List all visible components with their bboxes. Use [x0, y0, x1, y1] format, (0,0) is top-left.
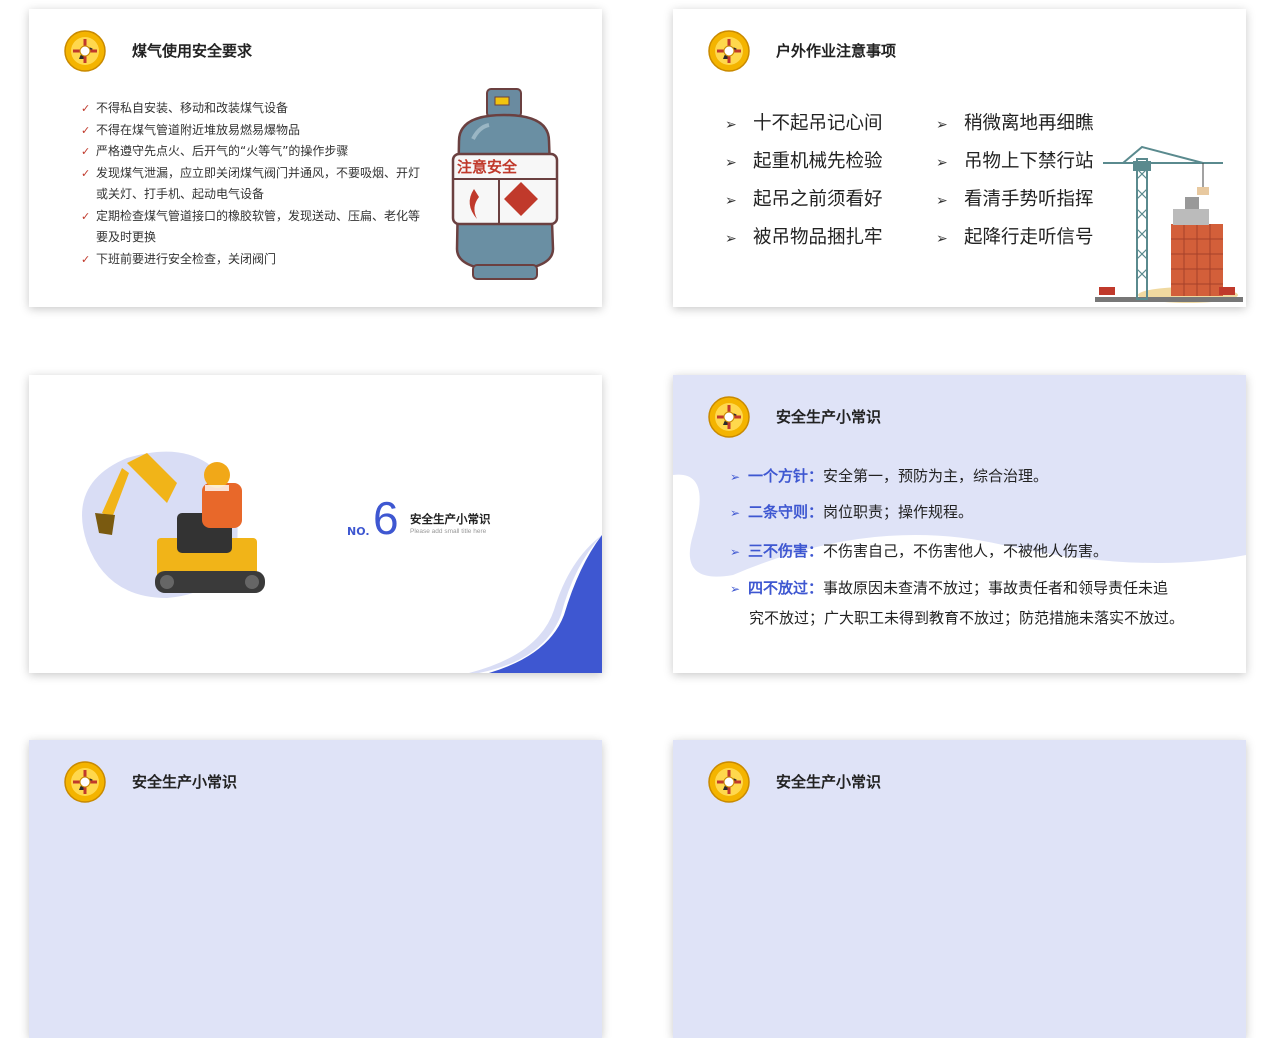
slide-title: 安全生产小常识 [132, 773, 238, 791]
safety-badge-icon [707, 29, 751, 73]
blue-wave-decoration [469, 535, 602, 673]
slide-section-divider[interactable]: NO. 6 安全生产小常识 Please add small title her… [29, 375, 602, 673]
arrow-icon: ➢ [936, 231, 948, 247]
section-number: 6 [373, 492, 399, 544]
arrow-icon: ➢ [725, 155, 737, 171]
arrow-icon: ➢ [730, 506, 741, 520]
arrow-icon: ➢ [730, 545, 741, 559]
slide-safety-tips[interactable]: 安全生产小常识 ➢ 一个方针：安全第一，预防为主，综合治理。 ➢ 二条守则：岗位职责… [673, 375, 1246, 673]
section-subtitle: Please add small title here [410, 528, 487, 535]
rule-item: ➢ 吊物上下禁行站 [936, 151, 1094, 172]
slide-safety-tips-2[interactable]: 安全生产小常识 [29, 740, 602, 1038]
safety-badge-icon [63, 29, 107, 73]
rule-item: ➢ 被吊物品捆扎牢 [725, 227, 883, 248]
list-item: ✓ 严格遵守先点火、后开气的“火等气”的操作步骤 [81, 141, 426, 163]
safety-checklist: ✓ 不得私自安装、移动和改装煤气设备 ✓ 不得在煤气管道附近堆放易燃易爆物品 ✓ 严格… [81, 98, 426, 270]
list-item: ✓ 不得在煤气管道附近堆放易燃易爆物品 [81, 120, 426, 142]
arrow-icon: ➢ [725, 117, 737, 133]
gas-tank-illustration: 注意安全 [451, 88, 559, 280]
arrow-icon: ➢ [936, 193, 948, 209]
number-prefix: NO. [347, 525, 370, 538]
list-item: ✓ 发现煤气泄漏，应立即关闭煤气阀门并通风，不要吸烟、开灯或关灯、打手机、起动电气… [81, 163, 426, 206]
list-item: ✓ 下班前要进行安全检查，关闭阀门 [81, 249, 426, 271]
crane-illustration [1095, 145, 1243, 303]
rule-item: ➢ 稍微离地再细瞧 [936, 113, 1094, 134]
check-icon: ✓ [81, 145, 91, 158]
check-icon: ✓ [81, 123, 91, 137]
arrow-icon: ➢ [725, 231, 737, 247]
tank-label: 注意安全 [457, 158, 518, 176]
rule-item: ➢ 十不起吊记心间 [725, 113, 883, 134]
arrow-icon: ➢ [936, 155, 948, 171]
safety-badge-icon [63, 760, 107, 804]
list-item: ✓ 不得私自安装、移动和改装煤气设备 [81, 98, 426, 120]
slide-title: 户外作业注意事项 [776, 42, 897, 60]
check-icon: ✓ [81, 102, 91, 115]
rule-item: ➢ 起降行走听信号 [936, 227, 1094, 248]
check-icon: ✓ [81, 209, 91, 223]
arrow-icon: ➢ [730, 470, 741, 484]
safety-badge-icon [707, 395, 751, 439]
slide-title: 煤气使用安全要求 [132, 42, 253, 60]
arrow-icon: ➢ [936, 117, 948, 133]
safety-badge-icon [707, 760, 751, 804]
check-icon: ✓ [81, 252, 91, 266]
fact-item: ➢ 四不放过：事故原因未查清不放过；事故责任者和领导责任未追 究不放过；广大职工未得… [730, 574, 1200, 633]
slide-outdoor-work[interactable]: 户外作业注意事项 ➢ 十不起吊记心间 ➢ 起重机械先检验 ➢ 起吊之前须看好 ➢ 被吊物… [673, 9, 1246, 307]
fact-item: ➢ 三不伤害：不伤害自己，不伤害他人，不被他人伤害。 [730, 537, 1200, 567]
rule-item: ➢ 起重机械先检验 [725, 151, 883, 172]
slide-safety-tips-3[interactable]: 安全生产小常识 [673, 740, 1246, 1038]
excavator-illustration [82, 451, 265, 598]
list-item: ✓ 定期检查煤气管道接口的橡胶软管，发现送动、压扁、老化等要及时更换 [81, 206, 426, 249]
fact-item: ➢ 一个方针：安全第一，预防为主，综合治理。 [730, 462, 1200, 492]
section-title: 安全生产小常识 [410, 512, 491, 526]
slide-title: 安全生产小常识 [776, 408, 882, 426]
arrow-icon: ➢ [730, 582, 741, 596]
rule-item: ➢ 看清手势听指挥 [936, 189, 1094, 210]
rule-item: ➢ 起吊之前须看好 [725, 189, 883, 210]
check-icon: ✓ [81, 166, 91, 180]
fact-item: ➢ 二条守则：岗位职责；操作规程。 [730, 498, 1200, 528]
arrow-icon: ➢ [725, 193, 737, 209]
slide-gas-safety[interactable]: 煤气使用安全要求 ✓ 不得私自安装、移动和改装煤气设备 ✓ 不得在煤气管道附近堆放易… [29, 9, 602, 307]
slide-title: 安全生产小常识 [776, 773, 882, 791]
